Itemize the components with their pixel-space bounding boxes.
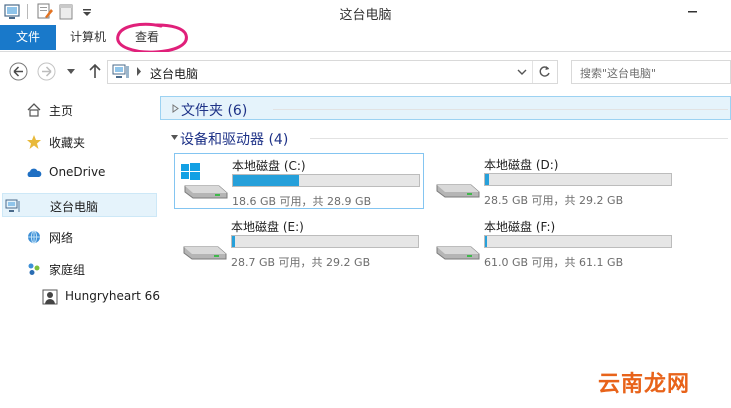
- sidebar-item-onedrive[interactable]: OneDrive: [2, 161, 157, 185]
- drive-free-space: 61.0 GB 可用，共 61.1 GB: [484, 256, 624, 269]
- drive-usage-fill: [485, 174, 489, 185]
- window-title: 这台电脑: [339, 8, 392, 23]
- chevron-right-icon[interactable]: [171, 104, 180, 113]
- drive-usage-fill: [232, 236, 235, 247]
- drive-usage-bar: [484, 235, 672, 248]
- star-icon: [27, 135, 41, 149]
- user-icon: [42, 289, 58, 305]
- chevron-down-icon[interactable]: [517, 67, 527, 77]
- title-bar: 这台电脑: [0, 0, 731, 24]
- sidebar-item-label: 主页: [49, 104, 74, 118]
- computer-icon: [112, 64, 129, 78]
- group-header-devices[interactable]: 设备和驱动器 (4): [160, 126, 731, 150]
- drive-usage-fill: [233, 175, 299, 186]
- sidebar-item-home[interactable]: 主页: [2, 98, 157, 122]
- sidebar-item-label: 家庭组: [49, 263, 86, 277]
- drive-d[interactable]: 本地磁盘 (D:) 28.5 GB 可用，共 29.2 GB: [427, 153, 677, 209]
- drive-usage-fill: [485, 236, 487, 247]
- search-placeholder: 搜索"这台电脑": [580, 67, 657, 80]
- group-divider: [310, 138, 728, 139]
- sidebar-item-homegroup[interactable]: 家庭组: [2, 257, 157, 281]
- drive-usage-bar: [231, 235, 419, 248]
- hard-drive-icon: [436, 184, 480, 198]
- drive-free-space: 28.7 GB 可用，共 29.2 GB: [231, 256, 371, 269]
- recent-locations-icon[interactable]: [66, 66, 76, 76]
- address-location: 这台电脑: [150, 67, 199, 81]
- hard-drive-icon: [436, 246, 480, 260]
- homegroup-icon: [28, 263, 40, 275]
- navigation-bar: 这台电脑 搜索"这台电脑": [0, 52, 731, 88]
- chevron-down-icon[interactable]: [170, 133, 179, 142]
- sidebar-item-label: 网络: [49, 231, 74, 245]
- group-title: 设备和驱动器 (4): [180, 132, 289, 148]
- navigation-pane: 主页 收藏夹 OneDrive 这台电脑 网络 家庭组 Hungryheart …: [0, 88, 160, 408]
- search-box[interactable]: 搜索"这台电脑": [571, 60, 731, 84]
- sidebar-item-user[interactable]: Hungryheart 66: [2, 285, 160, 309]
- network-icon: [28, 230, 40, 244]
- hard-drive-icon: [183, 246, 227, 260]
- refresh-icon[interactable]: [538, 65, 551, 78]
- drive-f[interactable]: 本地磁盘 (F:) 61.0 GB 可用，共 61.1 GB: [427, 215, 677, 271]
- computer-icon: [5, 199, 20, 212]
- drive-name: 本地磁盘 (D:): [484, 158, 559, 172]
- address-bar[interactable]: 这台电脑: [107, 60, 558, 84]
- minimize-icon[interactable]: [680, 4, 704, 18]
- drive-name: 本地磁盘 (F:): [484, 220, 556, 234]
- sidebar-item-label: OneDrive: [49, 165, 106, 179]
- tab-file[interactable]: 文件: [0, 25, 56, 50]
- cloud-icon: [27, 168, 42, 177]
- sidebar-item-label: Hungryheart 66: [65, 289, 160, 303]
- drive-free-space: 18.6 GB 可用，共 28.9 GB: [232, 195, 372, 208]
- group-divider: [273, 109, 728, 110]
- ribbon-tabs: 文件 计算机 查看: [0, 24, 731, 52]
- up-arrow-icon[interactable]: [88, 63, 102, 79]
- group-header-folders[interactable]: 文件夹 (6): [160, 96, 731, 120]
- tab-computer[interactable]: 计算机: [60, 25, 116, 50]
- address-divider: [532, 61, 533, 83]
- sidebar-item-label: 这台电脑: [50, 200, 99, 214]
- forward-button[interactable]: [37, 62, 56, 81]
- annotation-circle: [116, 22, 188, 54]
- drive-free-space: 28.5 GB 可用，共 29.2 GB: [484, 194, 624, 207]
- drive-name: 本地磁盘 (E:): [231, 220, 304, 234]
- system-drive-icon: [181, 163, 228, 199]
- sidebar-item-this-pc[interactable]: 这台电脑: [2, 193, 157, 217]
- back-button[interactable]: [9, 62, 28, 81]
- sidebar-item-favorites[interactable]: 收藏夹: [2, 130, 157, 154]
- drive-name: 本地磁盘 (C:): [232, 159, 306, 173]
- watermark-text: 云南龙网: [598, 372, 691, 397]
- home-icon: [27, 103, 41, 117]
- drive-e[interactable]: 本地磁盘 (E:) 28.7 GB 可用，共 29.2 GB: [174, 215, 424, 271]
- sidebar-item-label: 收藏夹: [49, 136, 86, 150]
- sidebar-item-network[interactable]: 网络: [2, 225, 157, 249]
- drive-usage-bar: [484, 173, 672, 186]
- chevron-right-icon[interactable]: [135, 66, 143, 77]
- drive-usage-bar: [232, 174, 420, 187]
- group-title: 文件夹 (6): [181, 103, 248, 119]
- drive-c[interactable]: 本地磁盘 (C:) 18.6 GB 可用，共 28.9 GB: [174, 153, 424, 209]
